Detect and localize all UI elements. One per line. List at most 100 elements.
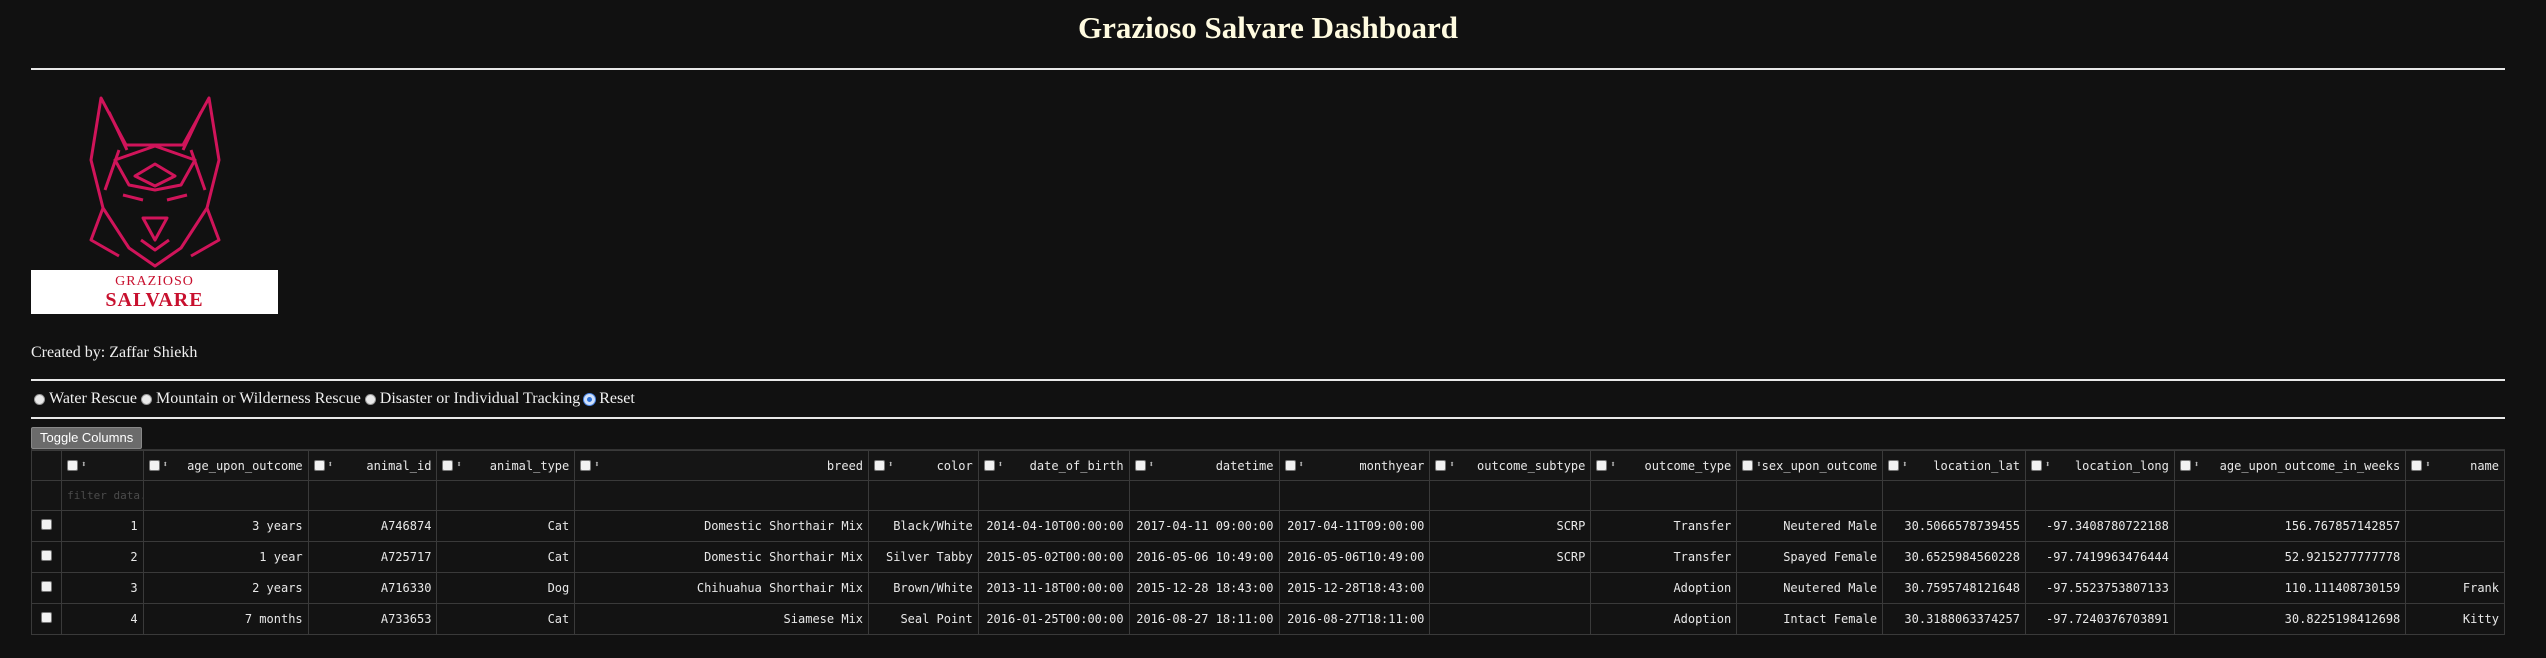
column-header-label: breed [826,458,864,473]
data-table: ⬍ ⬍ age_upon_outcome ⬍ animal_id ⬍ animal_type… [31,449,2505,658]
column-select-checkbox[interactable] [2179,460,2191,471]
column-select-checkbox[interactable] [1284,460,1296,471]
column-select-checkbox[interactable] [2411,460,2423,471]
table-cell: 2015-05-02T00:00:00 [977,541,1130,573]
column-select-checkbox[interactable] [1596,460,1608,471]
column-select-checkbox[interactable] [983,460,995,471]
filter-input[interactable] [1278,480,1431,511]
column-select-checkbox[interactable] [313,460,325,471]
column-select-checkbox[interactable] [1134,460,1146,471]
column-select-checkbox[interactable] [1742,460,1754,471]
filter-input[interactable] [2024,480,2175,511]
table-cell: 30.7595748121648 [1882,572,2026,604]
filter-input[interactable] [1736,480,1884,511]
sort-icon[interactable]: ⬍ [81,461,86,470]
column-header-outcome-type[interactable]: ⬍ outcome_type [1590,450,1738,481]
sort-icon[interactable]: ⬍ [1449,461,1454,470]
column-header-name[interactable]: ⬍ name [2405,450,2505,481]
filter-input[interactable] [574,480,870,511]
table-cell: 2017-04-11T09:00:00 [1278,510,1431,542]
row-checkbox[interactable] [41,581,53,592]
sort-icon[interactable]: ⬍ [1299,461,1304,470]
sort-icon[interactable]: ⬍ [456,461,461,470]
sort-icon[interactable]: ⬍ [2045,461,2050,470]
column-header-sex-upon-outcome[interactable]: ⬍ sex_upon_outcome [1736,450,1884,481]
column-select-checkbox[interactable] [67,460,79,471]
sort-icon[interactable]: ⬍ [1149,461,1154,470]
column-header-date-of-birth[interactable]: ⬍ date_of_birth [977,450,1130,481]
radio-button[interactable] [584,393,596,405]
column-header-monthyear[interactable]: ⬍ monthyear [1278,450,1431,481]
table-cell: Cat [436,510,576,542]
column-select-checkbox[interactable] [2030,460,2042,471]
column-header-animal-id[interactable]: ⬍ animal_id [307,450,438,481]
table-cell: -97.7419963476444 [2024,541,2175,573]
table-cell: 2015-12-28 18:43:00 [1128,572,1280,604]
toggle-columns-button[interactable]: Toggle Columns [31,427,143,449]
row-select-cell [31,541,63,573]
sort-icon[interactable]: ⬍ [2425,461,2430,470]
radio-button[interactable] [364,393,376,405]
filter-input[interactable] [307,480,438,511]
filter-input[interactable] [868,480,979,511]
dashboard: Grazioso Salvare Dashboard GRAZIOSO SALV… [31,0,2505,635]
column-select-checkbox[interactable] [1435,460,1447,471]
column-header-age-upon-outcome[interactable]: ⬍ age_upon_outcome [142,450,309,481]
filter-input[interactable] [436,480,576,511]
column-select-checkbox[interactable] [874,460,886,471]
sort-icon[interactable]: ⬍ [888,461,893,470]
table-row[interactable]: 47 months A733653 Cat Siamese Mix Seal Point… [31,603,2505,635]
column-header-datetime[interactable]: ⬍ datetime [1128,450,1280,481]
radio-option-reset[interactable]: Reset [584,390,635,408]
sort-icon[interactable]: ⬍ [1610,461,1615,470]
column-select-checkbox[interactable] [580,460,592,471]
sort-icon[interactable]: ⬍ [163,461,168,470]
radio-option-disaster-or-individual-tracking[interactable]: Disaster or Individual Tracking [364,390,580,408]
radio-option-mountain-or-wilderness-rescue[interactable]: Mountain or Wilderness Rescue [141,390,361,408]
sort-icon[interactable]: ⬍ [998,461,1003,470]
column-header-location-lat[interactable]: ⬍ location_lat [1882,450,2026,481]
column-header-color[interactable]: ⬍ color [868,450,979,481]
row-select-cell [31,572,63,604]
sort-icon[interactable]: ⬍ [2194,461,2199,470]
table-cell: 52.9215277777778 [2173,541,2407,573]
logo-text-top: GRAZIOSO [115,274,194,289]
table-row[interactable]: 21 year A725717 Cat Domestic Shorthair Mix S… [31,541,2505,573]
title-divider [31,68,2505,70]
filter-input[interactable] [2173,480,2407,511]
page-title: Grazioso Salvare Dashboard [1077,10,1459,45]
radio-button[interactable] [34,393,45,405]
column-header-age-upon-outcome-in-weeks[interactable]: ⬍ age_upon_outcome_in_weeks [2173,450,2407,481]
column-header-label: animal_type [489,458,570,473]
filter-input[interactable] [977,480,1130,511]
filter-input[interactable]: filter data... [61,480,144,511]
column-header-location-long[interactable]: ⬍ location_long [2024,450,2175,481]
row-checkbox[interactable] [41,550,53,561]
sort-icon[interactable]: ⬍ [594,461,599,470]
radio-label: Reset [599,390,635,407]
sort-icon[interactable]: ⬍ [1902,461,1907,470]
filter-input[interactable] [1882,480,2026,511]
column-select-checkbox[interactable] [1888,460,1900,471]
column-header-outcome-subtype[interactable]: ⬍ outcome_subtype [1429,450,1592,481]
radio-button[interactable] [141,393,152,405]
radio-option-water-rescue[interactable]: Water Rescue [34,390,137,408]
filter-input[interactable] [1429,480,1592,511]
sort-icon[interactable]: ⬍ [328,461,333,470]
table-row[interactable]: 32 years A716330 Dog Chihuahua Shorthair Mi… [31,572,2505,604]
column-select-checkbox[interactable] [148,460,160,471]
column-header-animal-type[interactable]: ⬍ animal_type [436,450,576,481]
column-header-label: color [936,458,973,473]
filter-input[interactable] [2405,480,2505,511]
table-cell: -97.5523753807133 [2024,572,2175,604]
row-checkbox[interactable] [41,519,53,530]
column-select-checkbox[interactable] [442,460,454,471]
filter-input[interactable] [1590,480,1738,511]
column-header-breed[interactable]: ⬍ breed [574,450,870,481]
filter-input[interactable] [1128,480,1280,511]
table-row[interactable]: 13 years A746874 Cat Domestic Shorthair Mix… [31,510,2505,542]
filter-input[interactable] [142,480,309,511]
table-cell: 7 months [142,603,309,635]
row-checkbox[interactable] [41,612,53,623]
table-cell: Brown/White [868,572,979,604]
